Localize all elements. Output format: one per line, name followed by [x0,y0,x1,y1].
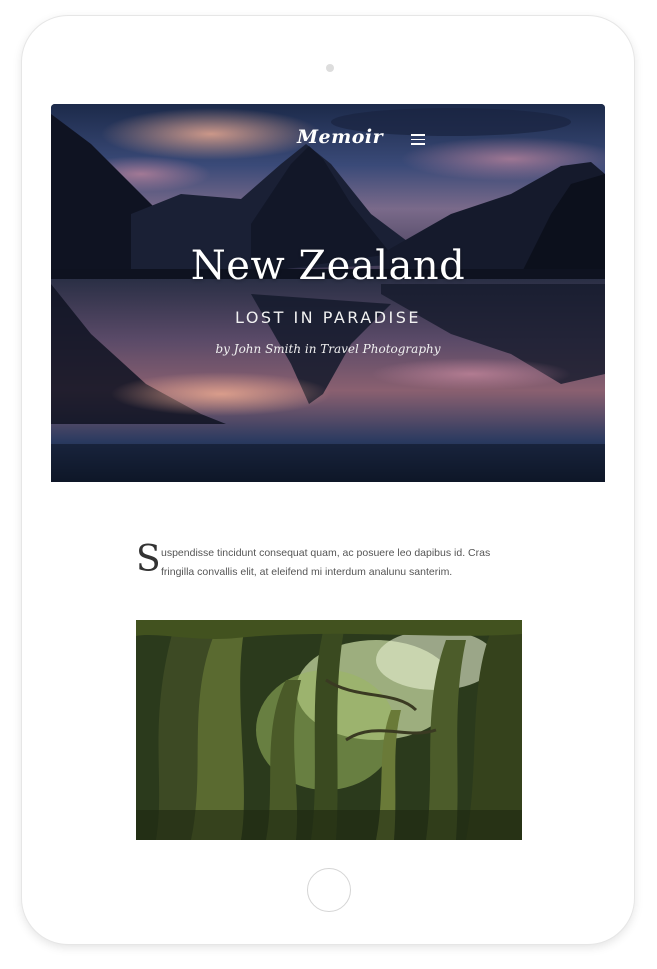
hero-landscape-image [51,104,605,482]
forest-photo [136,620,522,840]
hero-subtitle: LOST IN PARADISE [234,308,421,327]
brand-logo[interactable]: Memoir [297,126,383,148]
hero-title: New Zealand [190,243,466,289]
hero-banner: Memoir New Zealand LOST IN PARADISE by J… [51,104,605,482]
intro-paragraph: uspendisse tincidunt consequat quam, ac … [161,547,491,578]
hero-byline: by John Smith in Travel Photography [215,342,441,356]
forest-image [136,620,522,840]
camera-icon [326,64,334,72]
hamburger-menu-icon[interactable] [411,134,425,145]
screen: Memoir New Zealand LOST IN PARADISE by J… [51,104,605,840]
top-navigation: Memoir [51,126,605,156]
home-button[interactable] [307,868,351,912]
drop-cap: S [136,539,161,580]
